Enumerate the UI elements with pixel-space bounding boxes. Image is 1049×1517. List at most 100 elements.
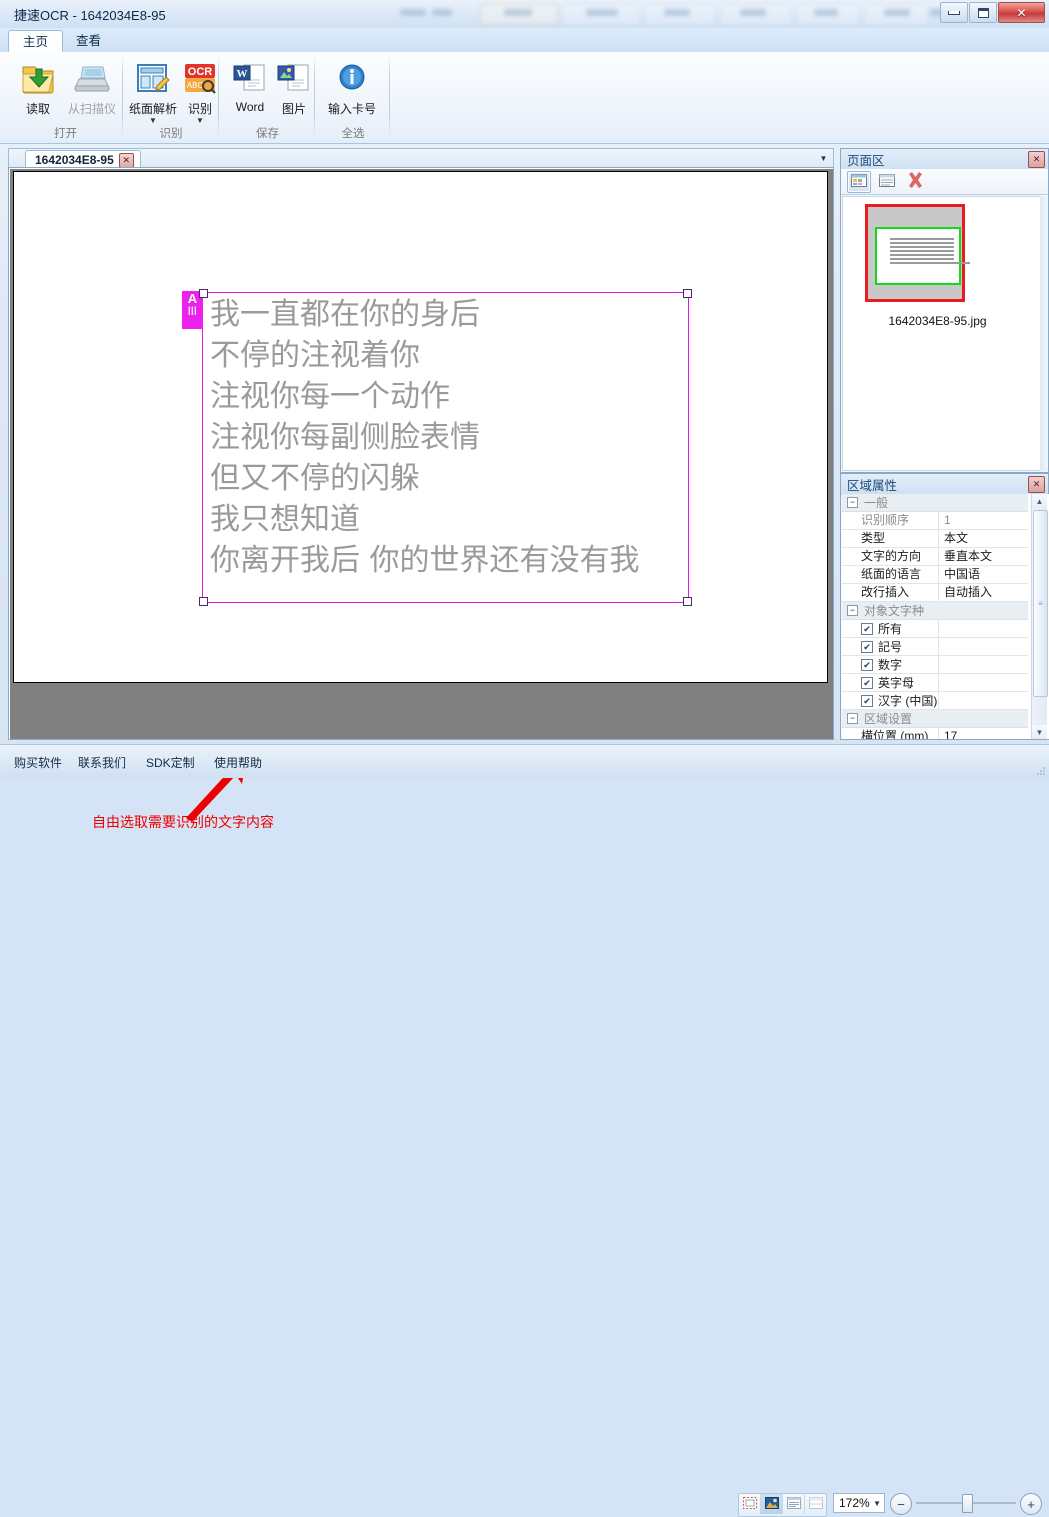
document-tab-close-icon[interactable]: ✕ xyxy=(118,152,134,168)
property-section-region[interactable]: − 区域设置 xyxy=(842,710,1028,728)
zoom-in-button[interactable]: + xyxy=(1020,1493,1042,1515)
text-view-button[interactable] xyxy=(783,1494,805,1514)
ribbon-group-recognize-label: 识别 xyxy=(159,128,183,140)
link-contact-us[interactable]: 联系我们 xyxy=(78,754,126,771)
property-value[interactable]: 本文 xyxy=(939,530,1028,547)
region-order-badge-label: A xyxy=(187,291,198,306)
ribbon: 读取 从扫描仪 打开 纸面解析 ▼ OCR ABC 识别 ▼ 识别 W Word… xyxy=(0,52,1049,144)
property-row[interactable]: 改行插入 自动插入 xyxy=(842,584,1028,602)
title-bar: 捷速OCR - 1642034E8-95 ✕ xyxy=(0,0,1049,29)
checkbox-label: 汉字 (中国) xyxy=(878,694,938,708)
resize-grip-icon[interactable] xyxy=(1036,766,1046,776)
checkbox-numbers[interactable]: ✔ xyxy=(861,658,873,671)
page-panel-scrollbar[interactable] xyxy=(1040,196,1047,471)
document-line: 但又不停的闪躲 xyxy=(210,461,420,496)
page-thumbnail-item[interactable]: 1642034E8-95.jpg xyxy=(865,204,987,328)
link-buy-software[interactable]: 购买软件 xyxy=(14,754,62,771)
scroll-down-icon[interactable]: ▼ xyxy=(1032,725,1047,739)
read-button-label: 读取 xyxy=(25,102,50,116)
property-key: 文字的方向 xyxy=(842,548,939,565)
property-row[interactable]: 横位置 (mm) 17 xyxy=(842,728,1028,739)
property-row[interactable]: 识别顺序 1 xyxy=(842,512,1028,530)
checkbox-label: 数字 xyxy=(878,658,903,672)
property-value[interactable]: 自动插入 xyxy=(939,584,1028,601)
link-sdk-custom[interactable]: SDK定制 xyxy=(146,754,195,771)
window-title: 捷速OCR - 1642034E8-95 xyxy=(14,8,166,23)
collapse-icon[interactable]: − xyxy=(847,497,858,508)
tab-home[interactable]: 主页 xyxy=(8,30,64,52)
region-properties-header: 区域属性 ✕ xyxy=(841,474,1048,495)
checkbox-symbols[interactable]: ✔ xyxy=(861,640,873,653)
property-value[interactable]: 中国语 xyxy=(939,566,1028,583)
zoom-level-combo[interactable]: 172% ▼ xyxy=(833,1493,885,1513)
property-grid[interactable]: − 一般 识别顺序 1 类型 本文 文字的方向 垂直本文 纸面的语言 中国语 改… xyxy=(842,494,1049,739)
collapse-icon[interactable]: − xyxy=(847,713,858,724)
read-button[interactable]: 读取 xyxy=(8,58,68,117)
property-checkbox-row[interactable]: ✔ 数字 xyxy=(842,656,1028,674)
zoom-slider-thumb[interactable] xyxy=(962,1494,973,1513)
enter-card-number-button[interactable]: 输入卡号 xyxy=(322,58,382,117)
resize-handle-bottom-left[interactable] xyxy=(199,597,208,606)
delete-page-icon xyxy=(907,172,924,191)
minimize-button[interactable] xyxy=(940,2,968,23)
document-canvas[interactable]: A ||| 我一直都在你的身后 不停的注视着你 注视你每一个动作 注视你每副侧脸… xyxy=(8,167,834,830)
svg-text:OCR: OCR xyxy=(188,66,213,78)
resize-handle-top-left[interactable] xyxy=(199,289,208,298)
document-page[interactable]: A ||| 我一直都在你的身后 不停的注视着你 注视你每一个动作 注视你每副侧脸… xyxy=(13,171,828,830)
ribbon-group-recognize: 纸面解析 ▼ OCR ABC 识别 ▼ 识别 xyxy=(123,52,219,143)
property-value xyxy=(939,656,1028,673)
document-tab-bar: 1642034E8-95 ✕ ▼ xyxy=(8,148,834,169)
property-value[interactable]: 1 xyxy=(939,512,1028,529)
property-checkbox-row[interactable]: ✔ 汉字 (中国) xyxy=(842,692,1028,710)
window-controls: ✕ xyxy=(940,2,1045,23)
document-tab-overflow-icon[interactable]: ▼ xyxy=(818,153,829,164)
scroll-up-icon[interactable]: ▲ xyxy=(1032,494,1047,508)
zoom-out-button[interactable]: − xyxy=(890,1493,912,1515)
property-key: 横位置 (mm) xyxy=(842,728,939,739)
property-section-general-label: 一般 xyxy=(864,496,889,510)
property-grid-scrollbar[interactable]: ▲ ≡ ▼ xyxy=(1031,494,1048,739)
chevron-down-icon[interactable]: ▼ xyxy=(873,1499,881,1508)
checkbox-latin-letters[interactable]: ✔ xyxy=(861,676,873,689)
property-row[interactable]: 类型 本文 xyxy=(842,530,1028,548)
link-help[interactable]: 使用帮助 xyxy=(214,754,262,771)
resize-handle-bottom-right[interactable] xyxy=(683,597,692,606)
checkbox-all[interactable]: ✔ xyxy=(861,622,873,635)
property-row[interactable]: 文字的方向 垂直本文 xyxy=(842,548,1028,566)
property-value[interactable]: 17 xyxy=(939,728,1028,739)
tab-view[interactable]: 查看 xyxy=(62,30,115,52)
page-thumbnail-list[interactable]: 1642034E8-95.jpg xyxy=(842,196,1041,471)
document-line: 注视你每副侧脸表情 xyxy=(210,420,480,455)
property-row[interactable]: 纸面的语言 中国语 xyxy=(842,566,1028,584)
split-view-button[interactable] xyxy=(805,1494,826,1514)
property-checkbox-row[interactable]: ✔ 所有 xyxy=(842,620,1028,638)
restore-button[interactable] xyxy=(969,2,997,23)
ribbon-group-open-label: 打开 xyxy=(54,128,77,140)
collapse-icon[interactable]: − xyxy=(847,605,858,616)
image-doc-icon xyxy=(264,58,324,98)
region-properties-panel: 区域属性 ✕ − 一般 识别顺序 1 类型 本文 文字的方向 垂直本文 纸面的语… xyxy=(840,473,1049,740)
page-panel-close-icon[interactable]: ✕ xyxy=(1028,151,1045,168)
ribbon-group-save-label: 保存 xyxy=(256,128,279,140)
property-value[interactable]: 垂直本文 xyxy=(939,548,1028,565)
thumbnail-view-button[interactable] xyxy=(847,170,871,193)
list-view-button[interactable] xyxy=(875,171,899,193)
region-properties-close-icon[interactable]: ✕ xyxy=(1028,476,1045,493)
from-scanner-button-label: 从扫描仪 xyxy=(67,102,116,116)
image-view-button[interactable] xyxy=(761,1494,783,1514)
property-checkbox-row[interactable]: ✔ 英字母 xyxy=(842,674,1028,692)
close-button[interactable]: ✕ xyxy=(998,2,1045,23)
property-key: 类型 xyxy=(842,530,939,547)
fit-selection-button[interactable] xyxy=(739,1494,761,1514)
property-checkbox-row[interactable]: ✔ 記号 xyxy=(842,638,1028,656)
scrollbar-thumb[interactable]: ≡ xyxy=(1033,510,1048,697)
delete-page-button[interactable] xyxy=(903,171,927,193)
checkbox-label: 所有 xyxy=(878,622,903,636)
page-thumbnail-image[interactable] xyxy=(865,204,970,302)
checkbox-chinese[interactable]: ✔ xyxy=(861,694,873,707)
from-scanner-button[interactable]: 从扫描仪 xyxy=(62,58,122,117)
ribbon-group-open: 读取 从扫描仪 打开 xyxy=(8,52,123,143)
property-section-charset[interactable]: − 对象文字种 xyxy=(842,602,1028,620)
save-image-button[interactable]: 图片 xyxy=(264,58,324,117)
property-section-general[interactable]: − 一般 xyxy=(842,494,1028,512)
